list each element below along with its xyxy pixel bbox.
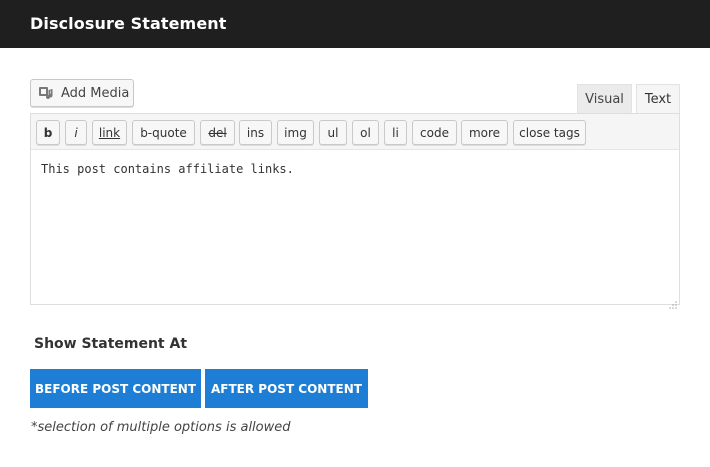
li-button[interactable]: li	[384, 120, 407, 145]
text-editor[interactable]: This post contains affiliate links.	[30, 150, 680, 309]
after-post-content-button[interactable]: AFTER POST CONTENT	[205, 369, 368, 408]
quicktags-toolbar: b i link b-quote del ins img ul ol li co…	[30, 113, 680, 150]
add-media-button[interactable]: Add Media	[30, 79, 134, 107]
bold-button[interactable]: b	[36, 120, 60, 145]
ol-button[interactable]: ol	[352, 120, 379, 145]
add-media-label: Add Media	[61, 85, 130, 101]
tab-text[interactable]: Text	[636, 84, 680, 114]
ul-button[interactable]: ul	[319, 120, 347, 145]
resize-handle-icon[interactable]	[669, 294, 677, 309]
img-button[interactable]: img	[277, 120, 314, 145]
italic-button[interactable]: i	[65, 120, 87, 145]
ins-button[interactable]: ins	[239, 120, 272, 145]
close-tags-button[interactable]: close tags	[513, 120, 586, 145]
link-button[interactable]: link	[92, 120, 127, 145]
page-header: Disclosure Statement	[0, 0, 710, 48]
show-statement-label: Show Statement At	[34, 336, 188, 352]
more-button[interactable]: more	[461, 120, 508, 145]
media-icon	[38, 84, 56, 102]
code-button[interactable]: code	[412, 120, 457, 145]
del-button[interactable]: del	[200, 120, 235, 145]
page-title: Disclosure Statement	[30, 14, 227, 33]
tab-visual[interactable]: Visual	[577, 84, 632, 114]
selection-note: *selection of multiple options is allowe…	[31, 420, 291, 435]
editor-content[interactable]: This post contains affiliate links.	[41, 162, 294, 176]
blockquote-button[interactable]: b-quote	[132, 120, 195, 145]
before-post-content-button[interactable]: BEFORE POST CONTENT	[30, 369, 201, 408]
